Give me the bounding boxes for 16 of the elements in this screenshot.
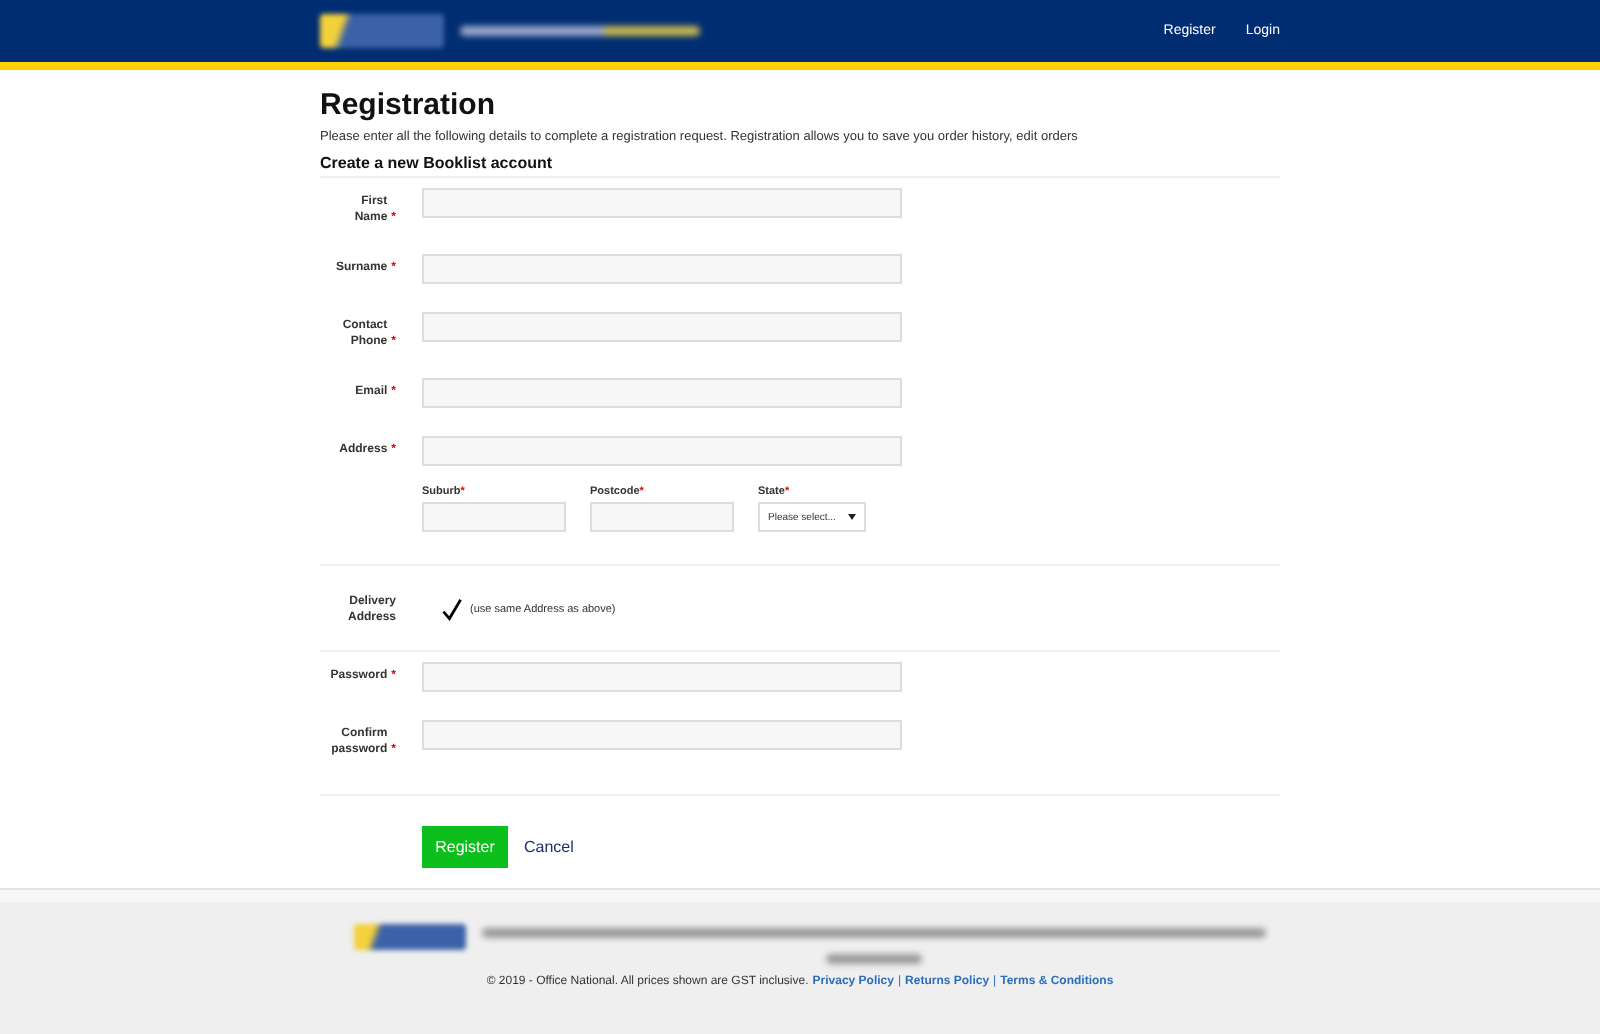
- blurred-text: [826, 954, 922, 964]
- page-title: Registration: [320, 88, 498, 122]
- input-field[interactable]: [422, 188, 902, 218]
- logo-icon[interactable]: [320, 14, 444, 48]
- input-field[interactable]: [422, 502, 566, 532]
- input-field[interactable]: [422, 662, 902, 692]
- input-field[interactable]: [590, 502, 734, 532]
- input-field[interactable]: [422, 436, 902, 466]
- input-field[interactable]: [422, 720, 902, 750]
- logo-icon: [354, 924, 466, 950]
- caret-icon: [848, 514, 856, 520]
- section-heading: Create a new Booklist account: [320, 154, 1280, 178]
- input-field[interactable]: [422, 378, 902, 408]
- input-field[interactable]: [422, 254, 902, 284]
- cancel-link[interactable]: Cancel: [524, 838, 574, 856]
- input-field[interactable]: [422, 312, 902, 342]
